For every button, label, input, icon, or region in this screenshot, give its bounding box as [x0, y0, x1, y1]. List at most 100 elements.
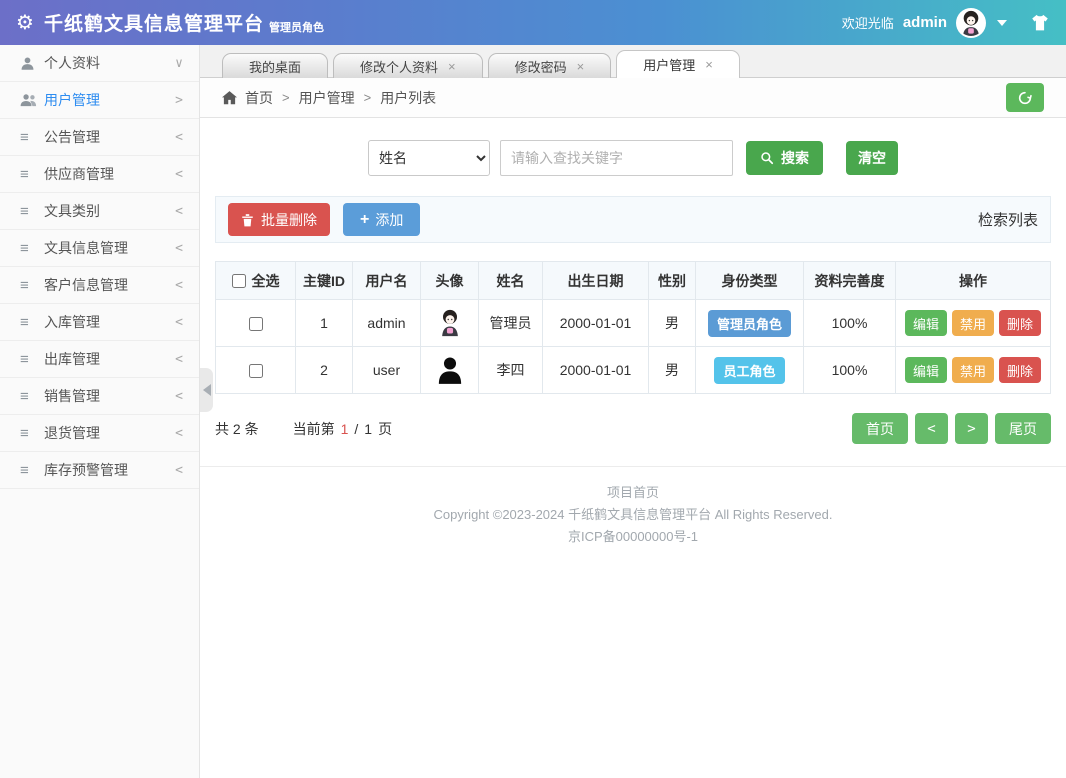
user-menu-caret-icon[interactable] — [997, 20, 1007, 26]
refresh-button[interactable] — [1006, 83, 1044, 112]
search-field-select[interactable]: 姓名 — [368, 140, 490, 176]
disable-button[interactable]: 禁用 — [952, 310, 994, 336]
sidebar-item-label: 退货管理 — [44, 423, 100, 443]
breadcrumb-separator: > — [282, 90, 290, 105]
sidebar-item-returns[interactable]: ≡ 退货管理 < — [0, 415, 199, 452]
tab-label: 修改个人资料 — [360, 57, 438, 76]
clear-button[interactable]: 清空 — [846, 141, 898, 175]
chevron-left-icon: < — [175, 130, 183, 145]
role-badge: 员工角色 — [714, 357, 784, 384]
column-header-completeness: 资料完善度 — [804, 262, 896, 300]
column-header-gender: 性别 — [649, 262, 696, 300]
sidebar-item-suppliers[interactable]: ≡ 供应商管理 < — [0, 156, 199, 193]
theme-shirt-icon[interactable] — [1030, 14, 1050, 32]
last-page-button[interactable]: 尾页 — [995, 413, 1051, 444]
chevron-left-icon: < — [175, 463, 183, 478]
plus-icon: + — [360, 211, 369, 229]
sidebar-item-announcements[interactable]: ≡ 公告管理 < — [0, 119, 199, 156]
disable-button[interactable]: 禁用 — [952, 357, 994, 383]
tab-label: 用户管理 — [643, 55, 695, 74]
sidebar-item-stock-alert[interactable]: ≡ 库存预警管理 < — [0, 452, 199, 489]
chevron-left-icon: < — [175, 426, 183, 441]
breadcrumb-user-list[interactable]: 用户列表 — [380, 88, 436, 108]
column-header-id: 主键ID — [296, 262, 353, 300]
user-table: 全选 主键ID 用户名 头像 姓名 出生日期 性别 身份类型 资料完善度 操作 — [215, 261, 1051, 394]
role-subtitle: 管理员角色 — [269, 19, 324, 35]
sidebar-item-sales[interactable]: ≡ 销售管理 < — [0, 378, 199, 415]
chevron-left-icon: < — [175, 167, 183, 182]
column-header-name: 姓名 — [479, 262, 543, 300]
sidebar-item-user-management[interactable]: 用户管理 > — [0, 82, 199, 119]
add-button[interactable]: + 添加 — [343, 203, 420, 236]
next-page-button[interactable]: > — [955, 413, 988, 444]
search-icon — [760, 151, 774, 165]
user-avatar[interactable] — [956, 8, 986, 38]
tab-edit-profile[interactable]: 修改个人资料 × — [333, 53, 483, 78]
close-icon[interactable]: × — [577, 60, 585, 73]
batch-delete-button[interactable]: 批量删除 — [228, 203, 330, 236]
breadcrumb-home[interactable]: 首页 — [245, 88, 273, 108]
refresh-icon — [1017, 90, 1033, 106]
batch-delete-label: 批量删除 — [261, 210, 317, 230]
delete-button[interactable]: 删除 — [999, 357, 1041, 383]
cell-birthdate: 2000-01-01 — [543, 347, 649, 394]
column-header-username: 用户名 — [353, 262, 421, 300]
sidebar-item-label: 入库管理 — [44, 312, 100, 332]
close-icon[interactable]: × — [705, 58, 713, 71]
search-button[interactable]: 搜索 — [746, 141, 823, 175]
sidebar-item-label: 客户信息管理 — [44, 275, 128, 295]
list-icon: ≡ — [20, 129, 44, 146]
project-home-link[interactable]: 项目首页 — [200, 482, 1066, 504]
breadcrumb: 首页 > 用户管理 > 用户列表 — [200, 78, 1066, 118]
list-icon: ≡ — [20, 462, 44, 479]
sidebar-item-customer-info[interactable]: ≡ 客户信息管理 < — [0, 267, 199, 304]
edit-button[interactable]: 编辑 — [905, 357, 947, 383]
sidebar-item-stationery-info[interactable]: ≡ 文具信息管理 < — [0, 230, 199, 267]
list-icon: ≡ — [20, 203, 44, 220]
row-avatar — [421, 309, 478, 337]
tab-user-management[interactable]: 用户管理 × — [616, 50, 740, 78]
copyright-text: Copyright ©2023-2024 千纸鹤文具信息管理平台 All Rig… — [200, 504, 1066, 526]
row-checkbox[interactable] — [249, 317, 263, 331]
breadcrumb-user-management[interactable]: 用户管理 — [299, 88, 355, 108]
cell-name: 李四 — [479, 347, 543, 394]
sidebar-item-label: 供应商管理 — [44, 164, 114, 184]
search-input[interactable] — [500, 140, 733, 176]
sidebar-item-outbound[interactable]: ≡ 出库管理 < — [0, 341, 199, 378]
prev-page-button[interactable]: < — [915, 413, 948, 444]
first-page-button[interactable]: 首页 — [852, 413, 908, 444]
role-badge: 管理员角色 — [708, 310, 791, 337]
list-icon: ≡ — [20, 240, 44, 257]
sidebar-item-inbound[interactable]: ≡ 入库管理 < — [0, 304, 199, 341]
chevron-left-icon: < — [175, 241, 183, 256]
sidebar-collapse-handle[interactable] — [200, 368, 213, 412]
sidebar-item-profile[interactable]: 个人资料 ∨ — [0, 45, 199, 82]
sidebar-item-label: 库存预警管理 — [44, 460, 128, 480]
chevron-left-icon: < — [175, 278, 183, 293]
sidebar: 个人资料 ∨ 用户管理 > ≡ 公告管理 < ≡ 供应商管理 < ≡ 文具类别 … — [0, 45, 200, 778]
chevron-right-icon: > — [175, 93, 183, 108]
chevron-left-icon: < — [175, 315, 183, 330]
user-icon — [20, 56, 44, 71]
column-header-avatar: 头像 — [421, 262, 479, 300]
chevron-left-icon: < — [175, 204, 183, 219]
edit-button[interactable]: 编辑 — [905, 310, 947, 336]
top-bar: ⚙ 千纸鹤文具信息管理平台 管理员角色 欢迎光临 admin — [0, 0, 1066, 45]
sidebar-item-label: 文具类别 — [44, 201, 100, 221]
list-icon: ≡ — [20, 277, 44, 294]
pagination: 共 2 条 当前第 1 / 1 页 首页 < > 尾页 — [215, 413, 1051, 444]
username-text[interactable]: admin — [903, 14, 947, 31]
close-icon[interactable]: × — [448, 60, 456, 73]
sidebar-item-stationery-category[interactable]: ≡ 文具类别 < — [0, 193, 199, 230]
tab-change-password[interactable]: 修改密码 × — [488, 53, 612, 78]
table-row: 1 admin 管理员 — [216, 300, 1051, 347]
delete-button[interactable]: 删除 — [999, 310, 1041, 336]
select-all-checkbox[interactable] — [232, 274, 246, 288]
list-icon: ≡ — [20, 388, 44, 405]
cell-birthdate: 2000-01-01 — [543, 300, 649, 347]
tab-my-desktop[interactable]: 我的桌面 — [222, 53, 328, 78]
cell-gender: 男 — [649, 300, 696, 347]
main-area: 我的桌面 修改个人资料 × 修改密码 × 用户管理 × 首页 > 用户管理 > … — [200, 45, 1066, 778]
row-checkbox[interactable] — [249, 364, 263, 378]
search-row: 姓名 搜索 清空 — [215, 140, 1051, 176]
